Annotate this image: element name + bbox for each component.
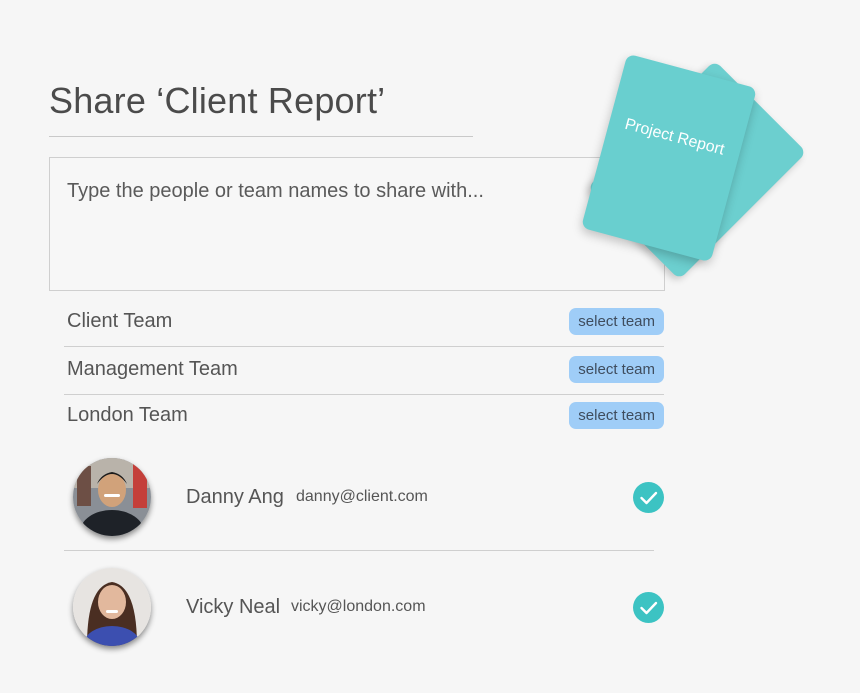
person-name: Vicky Neal [186, 596, 281, 618]
card-front: Project Report [580, 53, 758, 263]
avatar [73, 568, 151, 646]
person-row: Vicky Neal vicky@london.com [64, 562, 664, 652]
avatar [73, 458, 151, 536]
share-search-input[interactable] [67, 180, 627, 203]
title-divider [49, 136, 473, 137]
person-email: vicky@london.com [291, 598, 426, 615]
avatar-photo-vicky [73, 568, 151, 646]
avatar-photo-danny [73, 458, 151, 536]
team-row: Client Team select team [64, 298, 664, 344]
select-team-button[interactable]: select team [569, 356, 664, 383]
team-row: Management Team select team [64, 346, 664, 392]
team-name: London Team [67, 404, 188, 426]
team-row: London Team select team [64, 392, 664, 438]
row-divider [64, 550, 654, 551]
select-team-button[interactable]: select team [569, 402, 664, 429]
person-email: danny@client.com [296, 488, 428, 505]
selected-check-icon[interactable] [633, 482, 664, 513]
project-report-card-stack: Project Report [560, 40, 820, 280]
selected-check-icon[interactable] [633, 592, 664, 623]
page-title: Share ‘Client Report’ [49, 80, 386, 121]
person-row: Danny Ang danny@client.com [64, 452, 664, 542]
select-team-button[interactable]: select team [569, 308, 664, 335]
team-name: Management Team [67, 358, 238, 380]
team-name: Client Team [67, 310, 173, 332]
person-name: Danny Ang [186, 486, 284, 508]
card-label: Project Report [622, 115, 727, 159]
